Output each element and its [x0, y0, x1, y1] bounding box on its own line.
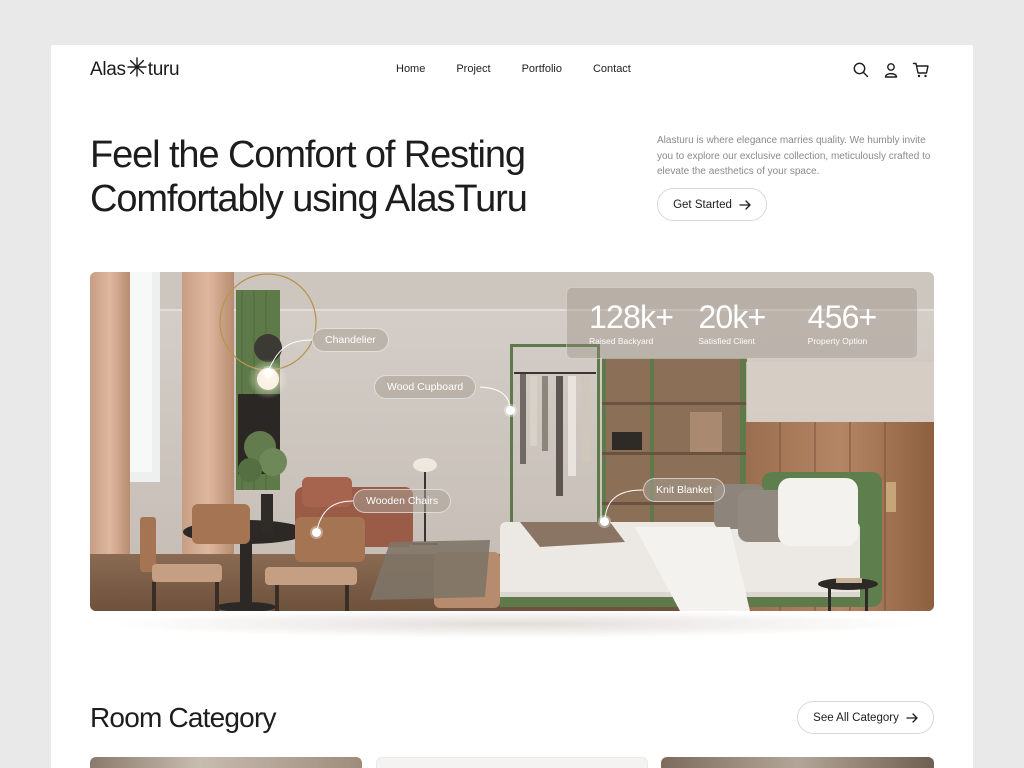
category-card-3[interactable]: [661, 757, 934, 768]
see-all-category-button[interactable]: See All Category: [797, 701, 934, 734]
image-shadow: [103, 610, 923, 638]
stat-label: Property Option: [807, 336, 868, 346]
logo-text-left: Alas: [90, 59, 126, 80]
nav-home[interactable]: Home: [396, 63, 425, 75]
hero-title: Feel the Comfort of Resting Comfortably …: [90, 133, 610, 221]
see-all-label: See All Category: [813, 711, 899, 724]
stat-label: Raised Backyard: [589, 336, 654, 346]
get-started-label: Get Started: [673, 198, 732, 211]
category-card-1[interactable]: [90, 757, 362, 768]
stat-property-option: 456+ Property Option: [808, 288, 917, 358]
stat-value: 20k+: [698, 299, 766, 335]
hotspot-chandelier[interactable]: [264, 368, 273, 377]
nav-actions: [852, 61, 930, 79]
logo[interactable]: Alas turu: [90, 57, 180, 83]
arrow-right-icon: [906, 712, 918, 723]
stat-satisfied-client: 20k+ Satisfied Client: [698, 288, 807, 358]
room-category-title: Room Category: [90, 702, 276, 733]
category-card-2[interactable]: [376, 757, 648, 768]
tag-chandelier[interactable]: Chandelier: [312, 328, 389, 352]
hero-title-line2: Comfortably using AlasTuru: [90, 178, 528, 220]
cart-icon[interactable]: [912, 61, 930, 79]
user-icon[interactable]: [882, 61, 900, 79]
hero-room-image: 128k+ Raised Backyard 20k+ Satisfied Cli…: [90, 272, 934, 611]
hero-title-line1: Feel the Comfort of Resting: [90, 134, 526, 176]
stat-value: 128k+: [589, 299, 674, 335]
tag-wood-cupboard[interactable]: Wood Cupboard: [374, 375, 477, 399]
stat-value: 456+: [807, 299, 878, 335]
logo-star-icon: [127, 57, 147, 83]
hero-description: Alasturu is where elegance marries quali…: [657, 135, 931, 177]
search-icon[interactable]: [852, 61, 870, 79]
page-container: Alas turu Home Project Portfolio Contact: [51, 45, 973, 768]
logo-text-right: turu: [147, 59, 180, 80]
arrow-right-icon: [739, 199, 751, 210]
nav-portfolio[interactable]: Portfolio: [522, 63, 562, 75]
hotspot-chairs[interactable]: [312, 528, 321, 537]
tag-wooden-chairs[interactable]: Wooden Chairs: [353, 489, 452, 513]
main-nav: Home Project Portfolio Contact: [396, 63, 662, 75]
stat-raised-backyard: 128k+ Raised Backyard: [589, 288, 698, 358]
stats-panel: 128k+ Raised Backyard 20k+ Satisfied Cli…: [566, 287, 918, 359]
nav-contact[interactable]: Contact: [593, 63, 631, 75]
hotspot-blanket[interactable]: [600, 517, 609, 526]
hotspot-cupboard[interactable]: [506, 406, 515, 415]
stat-label: Satisfied Client: [698, 336, 756, 346]
get-started-button[interactable]: Get Started: [657, 188, 767, 221]
nav-project[interactable]: Project: [456, 63, 490, 75]
tag-knit-blanket[interactable]: Knit Blanket: [643, 478, 726, 502]
